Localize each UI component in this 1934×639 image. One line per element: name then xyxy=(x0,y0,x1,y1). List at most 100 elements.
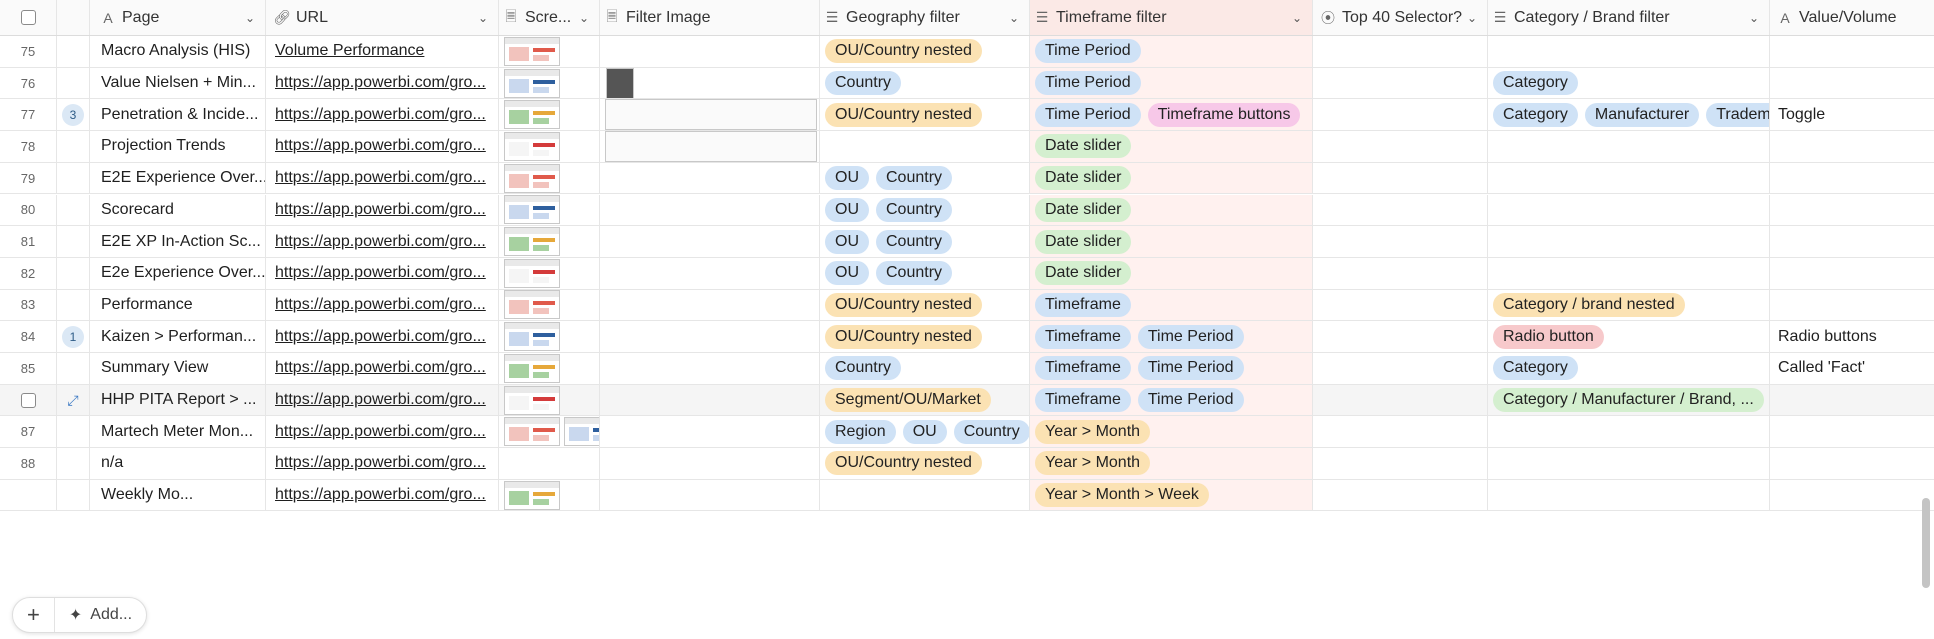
screenshot-cell[interactable] xyxy=(499,353,600,384)
geography-filter-cell[interactable] xyxy=(820,131,1030,162)
ai-add-button[interactable]: ✦ Add... xyxy=(53,598,146,632)
column-header-value-volume[interactable]: A Value/Volume xyxy=(1770,0,1934,35)
filter-image-cell[interactable] xyxy=(600,384,820,416)
url-cell[interactable]: https://app.powerbi.com/gro... xyxy=(266,99,499,131)
value-volume-cell[interactable]: Called 'Fact' xyxy=(1770,353,1934,384)
page-cell[interactable]: Scorecard xyxy=(90,194,266,226)
timeframe-filter-cell[interactable]: Date slider xyxy=(1030,162,1313,194)
value-volume-cell[interactable] xyxy=(1770,480,1934,511)
screenshot-cell[interactable] xyxy=(499,162,600,194)
category-brand-filter-cell[interactable]: Radio button xyxy=(1488,321,1770,352)
top40-selector-cell[interactable] xyxy=(1313,289,1488,321)
category-brand-filter-cell[interactable] xyxy=(1488,36,1770,67)
row-number-cell[interactable]: 82 xyxy=(0,257,57,289)
screenshot-cell[interactable] xyxy=(499,384,600,416)
timeframe-filter-cell[interactable]: Timeframe Time Period xyxy=(1030,353,1313,384)
filter-image-cell[interactable] xyxy=(600,67,820,99)
url-link[interactable]: https://app.powerbi.com/gro... xyxy=(275,328,486,346)
page-cell[interactable]: Martech Meter Mon... xyxy=(90,416,266,448)
url-cell[interactable]: https://app.powerbi.com/gro... xyxy=(266,353,499,384)
filter-image-cell[interactable] xyxy=(600,226,820,257)
timeframe-filter-cell[interactable]: Timeframe xyxy=(1030,289,1313,321)
table-row[interactable]: 85 Summary View https://app.powerbi.com/gr… xyxy=(0,353,1934,385)
timeframe-filter-cell[interactable]: Year > Month xyxy=(1030,416,1313,448)
geography-filter-cell[interactable]: OU/Country nested xyxy=(820,321,1030,352)
geography-filter-cell[interactable]: OU Country xyxy=(820,162,1030,194)
screenshot-cell[interactable] xyxy=(499,479,600,511)
url-link[interactable]: https://app.powerbi.com/gro... xyxy=(275,169,486,187)
url-cell[interactable]: https://app.powerbi.com/gro... xyxy=(266,67,499,99)
row-number-cell[interactable]: 76 xyxy=(0,67,57,99)
timeframe-filter-cell[interactable]: Date slider xyxy=(1030,131,1313,162)
top40-selector-cell[interactable] xyxy=(1313,479,1488,511)
geography-filter-cell[interactable]: OU Country xyxy=(820,194,1030,226)
row-number-cell[interactable]: 88 xyxy=(0,448,57,479)
row-number-cell[interactable]: 80 xyxy=(0,194,57,226)
table-row[interactable]: 80 Scorecard https://app.powerbi.com/gro..… xyxy=(0,194,1934,227)
value-volume-cell[interactable]: Toggle xyxy=(1770,99,1934,130)
timeframe-filter-cell[interactable]: Time Period xyxy=(1030,67,1313,99)
comment-count-cell[interactable] xyxy=(57,226,90,257)
column-header-filter-image[interactable]: 🗏︎ Filter Image xyxy=(600,0,820,35)
filter-image-cell[interactable] xyxy=(600,162,820,194)
timeframe-filter-cell[interactable]: Time Period Timeframe buttons xyxy=(1030,99,1313,131)
filter-image-cell[interactable] xyxy=(600,353,820,384)
table-row[interactable]: 79 E2E Experience Over... https://app.powe… xyxy=(0,162,1934,195)
comment-count-cell[interactable] xyxy=(57,448,90,479)
row-number-cell[interactable]: 75 xyxy=(0,36,57,67)
table-row[interactable]: Weekly Mo... https://app.powerbi.com/gro.… xyxy=(0,479,1934,512)
chevron-down-icon[interactable]: ⌄ xyxy=(1467,11,1477,25)
geography-filter-cell[interactable]: OU/Country nested xyxy=(820,99,1030,131)
url-link[interactable]: https://app.powerbi.com/gro... xyxy=(275,137,486,155)
category-brand-filter-cell[interactable]: Category / Manufacturer / Brand, ... xyxy=(1488,384,1770,416)
row-number-cell[interactable]: 77 xyxy=(0,99,57,131)
row-number-cell[interactable]: 78 xyxy=(0,131,57,162)
geography-filter-cell[interactable]: OU/Country nested xyxy=(820,448,1030,479)
url-link[interactable]: https://app.powerbi.com/gro... xyxy=(275,233,486,251)
url-cell[interactable]: https://app.powerbi.com/gro... xyxy=(266,448,499,479)
filter-image-thumbnail[interactable] xyxy=(605,131,817,162)
comment-count-cell[interactable]: ⤢ xyxy=(57,384,90,416)
comment-count-cell[interactable]: 3 xyxy=(57,99,90,131)
url-cell[interactable]: https://app.powerbi.com/gro... xyxy=(266,416,499,448)
category-brand-filter-cell[interactable] xyxy=(1488,226,1770,257)
screenshot-thumbnail[interactable] xyxy=(504,163,560,193)
timeframe-filter-cell[interactable]: Year > Month > Week xyxy=(1030,479,1313,511)
column-header-top40[interactable]: ⦿ Top 40 Selector? ⌄ xyxy=(1313,0,1488,35)
screenshot-thumbnail[interactable] xyxy=(504,385,560,415)
url-cell[interactable]: https://app.powerbi.com/gro... xyxy=(266,321,499,352)
filter-image-cell[interactable] xyxy=(600,479,820,511)
page-cell[interactable]: Summary View xyxy=(90,353,266,384)
row-number-cell[interactable] xyxy=(0,384,57,416)
value-volume-cell[interactable] xyxy=(1770,163,1934,194)
page-cell[interactable]: n/a xyxy=(90,448,266,479)
value-volume-cell[interactable] xyxy=(1770,195,1934,226)
category-brand-filter-cell[interactable]: Category xyxy=(1488,353,1770,384)
comment-count-badge[interactable]: 3 xyxy=(62,103,84,126)
page-cell[interactable]: Weekly Mo... xyxy=(90,479,266,511)
url-link[interactable]: https://app.powerbi.com/gro... xyxy=(275,423,486,441)
filter-image-cell[interactable] xyxy=(600,448,820,479)
timeframe-filter-cell[interactable]: Date slider xyxy=(1030,226,1313,257)
geography-filter-cell[interactable]: OU/Country nested xyxy=(820,289,1030,321)
geography-filter-cell[interactable]: Region OU Country xyxy=(820,416,1030,448)
comment-count-cell[interactable] xyxy=(57,257,90,289)
add-row-button[interactable]: + xyxy=(13,598,54,632)
category-brand-filter-cell[interactable]: Category xyxy=(1488,67,1770,99)
geography-filter-cell[interactable]: Country xyxy=(820,67,1030,99)
screenshot-thumbnail[interactable] xyxy=(504,417,560,447)
screenshot-cell[interactable] xyxy=(499,448,600,479)
url-cell[interactable]: https://app.powerbi.com/gro... xyxy=(266,131,499,162)
filter-image-cell[interactable] xyxy=(600,416,820,448)
url-cell[interactable]: https://app.powerbi.com/gro... xyxy=(266,226,499,257)
page-cell[interactable]: Performance xyxy=(90,289,266,321)
comment-count-cell[interactable] xyxy=(57,416,90,448)
page-cell[interactable]: HHP PITA Report > ... xyxy=(90,384,266,416)
category-brand-filter-cell[interactable] xyxy=(1488,131,1770,162)
row-checkbox[interactable] xyxy=(20,392,36,408)
value-volume-cell[interactable] xyxy=(1770,385,1934,416)
top40-selector-cell[interactable] xyxy=(1313,131,1488,162)
select-all-cell[interactable] xyxy=(0,0,57,35)
comment-count-badge[interactable]: 1 xyxy=(62,325,84,348)
top40-selector-cell[interactable] xyxy=(1313,353,1488,384)
